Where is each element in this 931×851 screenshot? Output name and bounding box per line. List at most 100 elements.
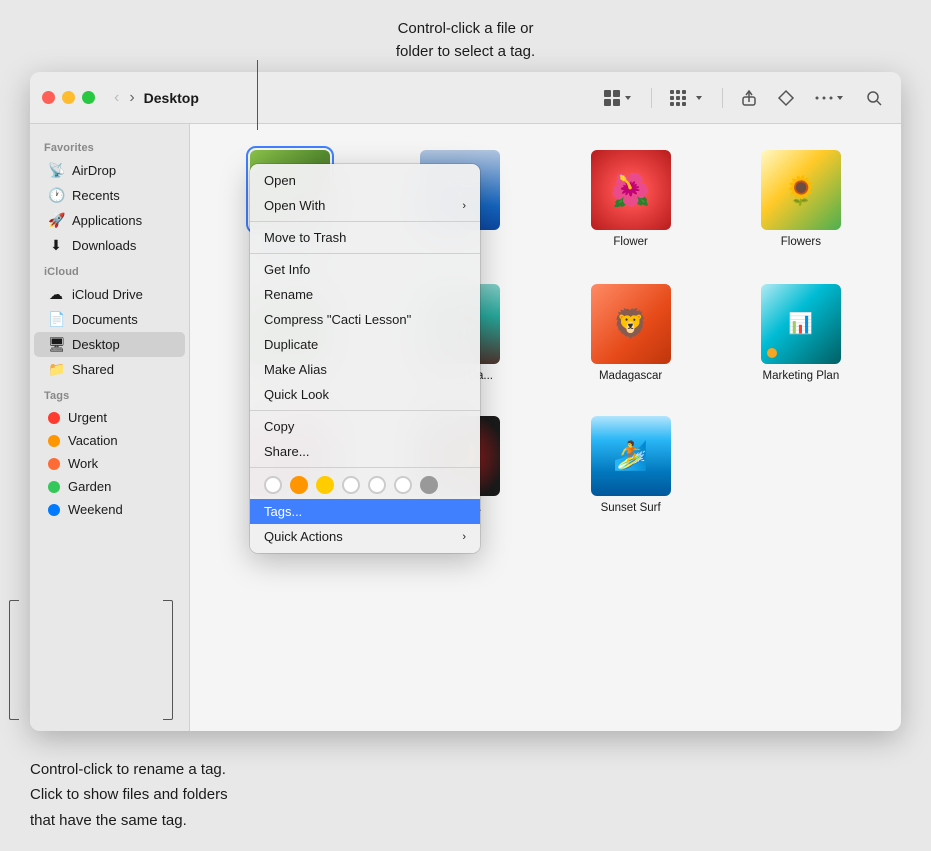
menu-item-rename[interactable]: Rename bbox=[250, 282, 480, 307]
menu-item-copy[interactable]: Copy bbox=[250, 414, 480, 439]
weekend-tag-dot bbox=[48, 504, 60, 516]
menu-item-duplicate[interactable]: Duplicate bbox=[250, 332, 480, 357]
sidebar-item-label: Garden bbox=[68, 479, 111, 494]
sidebar-item-label: AirDrop bbox=[72, 163, 116, 178]
shared-icon: 📁 bbox=[48, 361, 64, 378]
menu-item-open[interactable]: Open bbox=[250, 168, 480, 193]
sidebar-item-airdrop[interactable]: 📡 AirDrop bbox=[34, 158, 185, 183]
sidebar-item-recents[interactable]: 🕐 Recents bbox=[34, 183, 185, 208]
icloud-label: iCloud bbox=[30, 258, 189, 282]
tag-color-empty-2[interactable] bbox=[342, 476, 360, 494]
downloads-icon: ⬇ bbox=[48, 237, 64, 254]
toolbar-right bbox=[597, 85, 889, 111]
icloud-drive-icon: ☁ bbox=[48, 286, 64, 303]
file-item-flower[interactable]: 🌺 Flower bbox=[551, 144, 711, 258]
bracket-right bbox=[163, 600, 173, 720]
sidebar-item-label: Downloads bbox=[72, 238, 136, 253]
sidebar-item-tag-vacation[interactable]: Vacation bbox=[34, 429, 185, 452]
sidebar-item-label: Weekend bbox=[68, 502, 123, 517]
sidebar-item-icloud-drive[interactable]: ☁ iCloud Drive bbox=[34, 282, 185, 307]
open-with-arrow: › bbox=[462, 200, 466, 212]
menu-item-make-alias[interactable]: Make Alias bbox=[250, 357, 480, 382]
sidebar-item-downloads[interactable]: ⬇ Downloads bbox=[34, 233, 185, 258]
menu-item-compress[interactable]: Compress "Cacti Lesson" bbox=[250, 307, 480, 332]
share-button[interactable] bbox=[735, 85, 763, 111]
close-button[interactable] bbox=[42, 91, 55, 104]
sidebar-item-desktop[interactable]: 🖥 Desktop bbox=[34, 332, 185, 357]
minimize-button[interactable] bbox=[62, 91, 75, 104]
file-name-flowers: Flowers bbox=[781, 235, 821, 250]
tag-color-gray[interactable] bbox=[420, 476, 438, 494]
file-item-flowers[interactable]: 🌻 Flowers bbox=[721, 144, 881, 258]
annotation-top: Control-click a file or folder to select… bbox=[0, 0, 931, 77]
file-thumb-marketing: 📊 bbox=[761, 284, 841, 364]
tag-button[interactable] bbox=[771, 85, 801, 111]
quick-actions-arrow: › bbox=[462, 531, 466, 543]
sidebar-item-label: Work bbox=[68, 456, 98, 471]
tag-color-orange[interactable] bbox=[290, 476, 308, 494]
sidebar-item-tag-weekend[interactable]: Weekend bbox=[34, 498, 185, 521]
sidebar-item-applications[interactable]: 🚀 Applications bbox=[34, 208, 185, 233]
sidebar-item-label: Vacation bbox=[68, 433, 118, 448]
file-name-marketing: Marketing Plan bbox=[763, 369, 840, 384]
sidebar-item-tag-work[interactable]: Work bbox=[34, 452, 185, 475]
sidebar-item-label: Documents bbox=[72, 312, 138, 327]
separator-4 bbox=[250, 467, 480, 468]
sidebar-item-documents[interactable]: 📄 Documents bbox=[34, 307, 185, 332]
applications-icon: 🚀 bbox=[48, 212, 64, 229]
tags-label: Tags bbox=[30, 382, 189, 406]
context-menu: Open Open With › Move to Trash Get Info … bbox=[250, 164, 480, 553]
bracket-left bbox=[9, 600, 19, 720]
title-bar: ‹ › Desktop bbox=[30, 72, 901, 124]
menu-item-get-info[interactable]: Get Info bbox=[250, 257, 480, 282]
sidebar-item-shared[interactable]: 📁 Shared bbox=[34, 357, 185, 382]
sidebar-item-tag-garden[interactable]: Garden bbox=[34, 475, 185, 498]
toolbar-divider-1 bbox=[651, 88, 652, 108]
favorites-label: Favorites bbox=[30, 134, 189, 158]
view-list-button[interactable] bbox=[664, 86, 710, 110]
file-thumb-sunset: 🏄 bbox=[591, 416, 671, 496]
file-thumb-flower: 🌺 bbox=[591, 150, 671, 230]
view-grid-button[interactable] bbox=[597, 85, 639, 111]
back-button[interactable]: ‹ bbox=[109, 87, 124, 109]
file-thumb-madagascar: 🦁 bbox=[591, 284, 671, 364]
menu-item-open-with[interactable]: Open With › bbox=[250, 193, 480, 218]
search-button[interactable] bbox=[859, 85, 889, 111]
more-button[interactable] bbox=[809, 89, 851, 107]
desktop-icon: 🖥 bbox=[48, 336, 64, 353]
airdrop-icon: 📡 bbox=[48, 162, 64, 179]
file-area: 🌵 Cacti L... DISTRICT📋 🌺 Flower bbox=[190, 124, 901, 731]
menu-item-move-trash[interactable]: Move to Trash bbox=[250, 225, 480, 250]
menu-item-quick-actions[interactable]: Quick Actions › bbox=[250, 524, 480, 549]
marketing-dot bbox=[767, 348, 777, 358]
finder-window: ‹ › Desktop bbox=[30, 72, 901, 731]
file-name-madagascar: Madagascar bbox=[599, 369, 662, 384]
menu-item-quick-look[interactable]: Quick Look bbox=[250, 382, 480, 407]
file-name-flower: Flower bbox=[613, 235, 648, 250]
separator-2 bbox=[250, 253, 480, 254]
sidebar-item-label: Urgent bbox=[68, 410, 107, 425]
maximize-button[interactable] bbox=[82, 91, 95, 104]
tag-color-none[interactable] bbox=[264, 476, 282, 494]
separator-1 bbox=[250, 221, 480, 222]
vacation-tag-dot bbox=[48, 435, 60, 447]
work-tag-dot bbox=[48, 458, 60, 470]
menu-item-tags[interactable]: Tags... bbox=[250, 499, 480, 524]
window-controls bbox=[42, 91, 95, 104]
window-title: Desktop bbox=[144, 90, 597, 106]
tag-color-empty-3[interactable] bbox=[368, 476, 386, 494]
file-item-madagascar[interactable]: 🦁 Madagascar bbox=[551, 278, 711, 390]
sidebar-item-label: iCloud Drive bbox=[72, 287, 143, 302]
sidebar-item-tag-urgent[interactable]: Urgent bbox=[34, 406, 185, 429]
menu-item-share[interactable]: Share... bbox=[250, 439, 480, 464]
tag-colors-row bbox=[250, 471, 480, 499]
tag-color-empty-4[interactable] bbox=[394, 476, 412, 494]
file-item-marketing[interactable]: 📊 Marketing Plan bbox=[721, 278, 881, 390]
sidebar-item-label: Desktop bbox=[72, 337, 120, 352]
file-name-sunset: Sunset Surf bbox=[601, 501, 661, 516]
file-item-sunset[interactable]: 🏄 Sunset Surf bbox=[551, 410, 711, 522]
forward-button[interactable]: › bbox=[124, 87, 139, 109]
toolbar-divider-2 bbox=[722, 88, 723, 108]
tag-color-yellow[interactable] bbox=[316, 476, 334, 494]
annotation-bottom: Control-click to rename a tag. Click to … bbox=[30, 757, 228, 834]
